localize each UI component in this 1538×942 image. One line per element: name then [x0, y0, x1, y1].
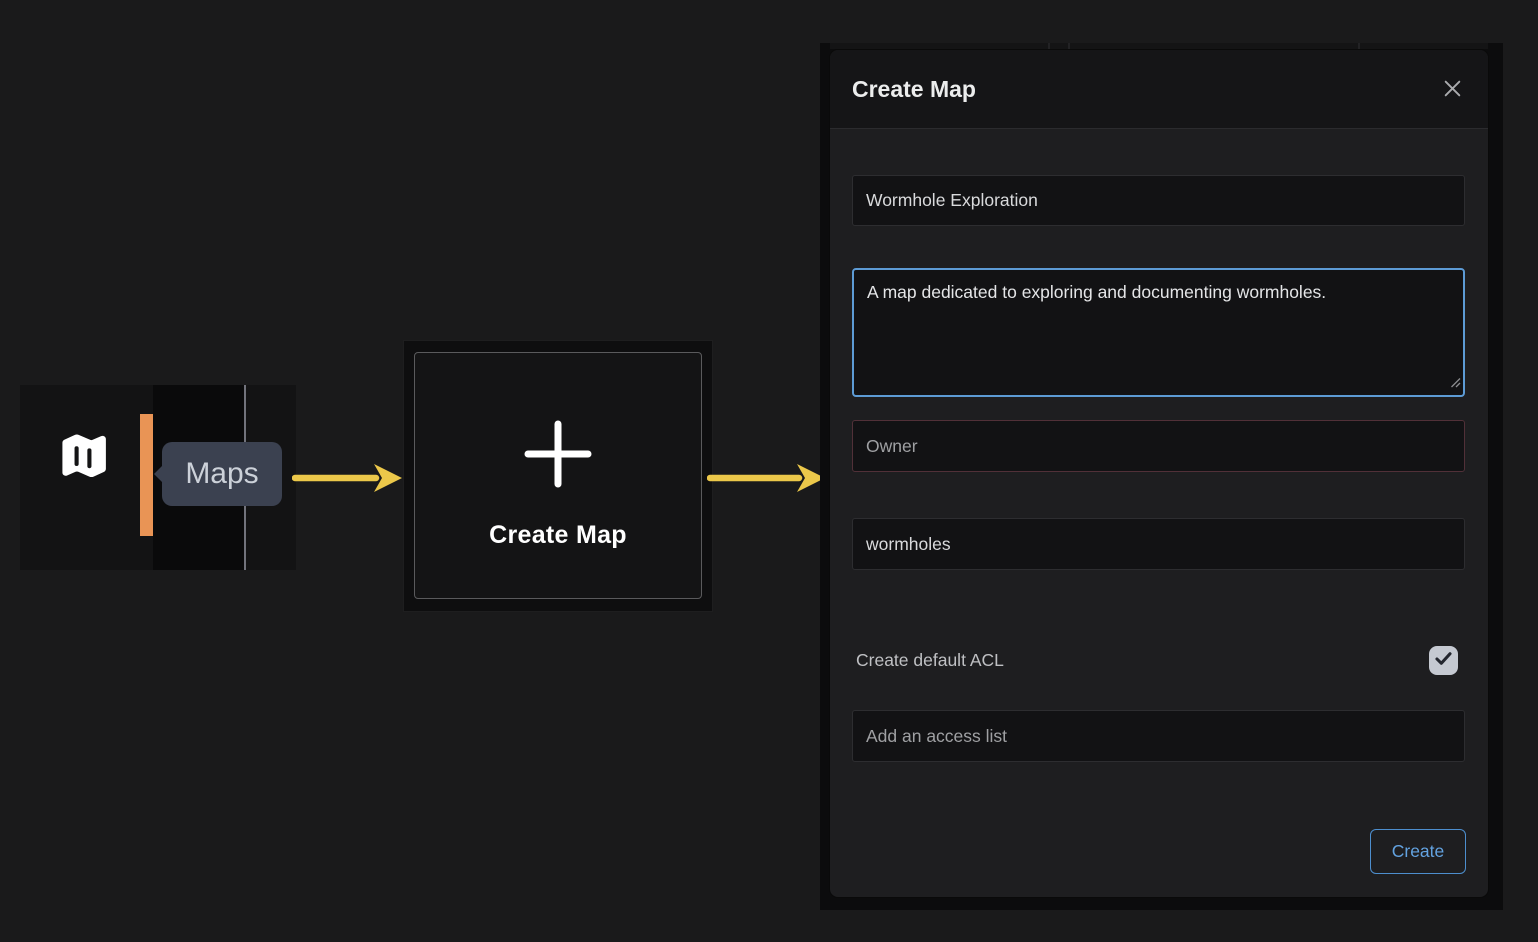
background-tab-separator: [1358, 43, 1360, 49]
maps-page-snippet: Create Map: [403, 340, 713, 612]
background-tab-separator: [1068, 43, 1070, 49]
maps-tooltip: Maps: [162, 442, 282, 506]
map-description-textarea[interactable]: A map dedicated to exploring and documen…: [852, 268, 1465, 397]
map-owner-input[interactable]: [852, 420, 1465, 472]
map-name-input[interactable]: [852, 175, 1465, 226]
checkmark-icon: [1433, 648, 1454, 674]
create-map-modal: Create Map A map dedicated to exploring …: [830, 50, 1488, 897]
map-scope-input[interactable]: [852, 518, 1465, 570]
map-description-wrap: A map dedicated to exploring and documen…: [852, 268, 1465, 397]
active-item-indicator: [140, 414, 153, 536]
modal-header: Create Map: [830, 50, 1488, 129]
sidebar-snippet: Maps: [20, 385, 296, 570]
maps-nav-button[interactable]: [54, 429, 112, 487]
map-icon: [54, 427, 112, 490]
close-button[interactable]: [1440, 78, 1464, 102]
default-acl-row: Create default ACL: [856, 646, 1461, 676]
modal-title: Create Map: [852, 50, 976, 129]
maps-tooltip-label: Maps: [185, 457, 258, 491]
flow-arrow-2: [707, 461, 827, 495]
modal-backdrop: Create Map A map dedicated to exploring …: [820, 43, 1503, 910]
plus-icon: [519, 415, 597, 498]
default-acl-checkbox[interactable]: [1429, 646, 1458, 675]
background-tabstrip: [830, 43, 1488, 49]
access-list-input[interactable]: [852, 710, 1465, 762]
flow-arrow-1: [292, 461, 404, 495]
tooltip-caret: [154, 465, 163, 483]
create-button[interactable]: Create: [1370, 829, 1466, 874]
default-acl-label: Create default ACL: [856, 650, 1004, 671]
close-icon: [1442, 78, 1463, 102]
background-tab-separator: [1048, 43, 1050, 49]
create-map-tile[interactable]: Create Map: [414, 352, 702, 599]
create-map-tile-label: Create Map: [415, 521, 701, 550]
tutorial-canvas: Maps Create Map Create M: [0, 0, 1538, 942]
